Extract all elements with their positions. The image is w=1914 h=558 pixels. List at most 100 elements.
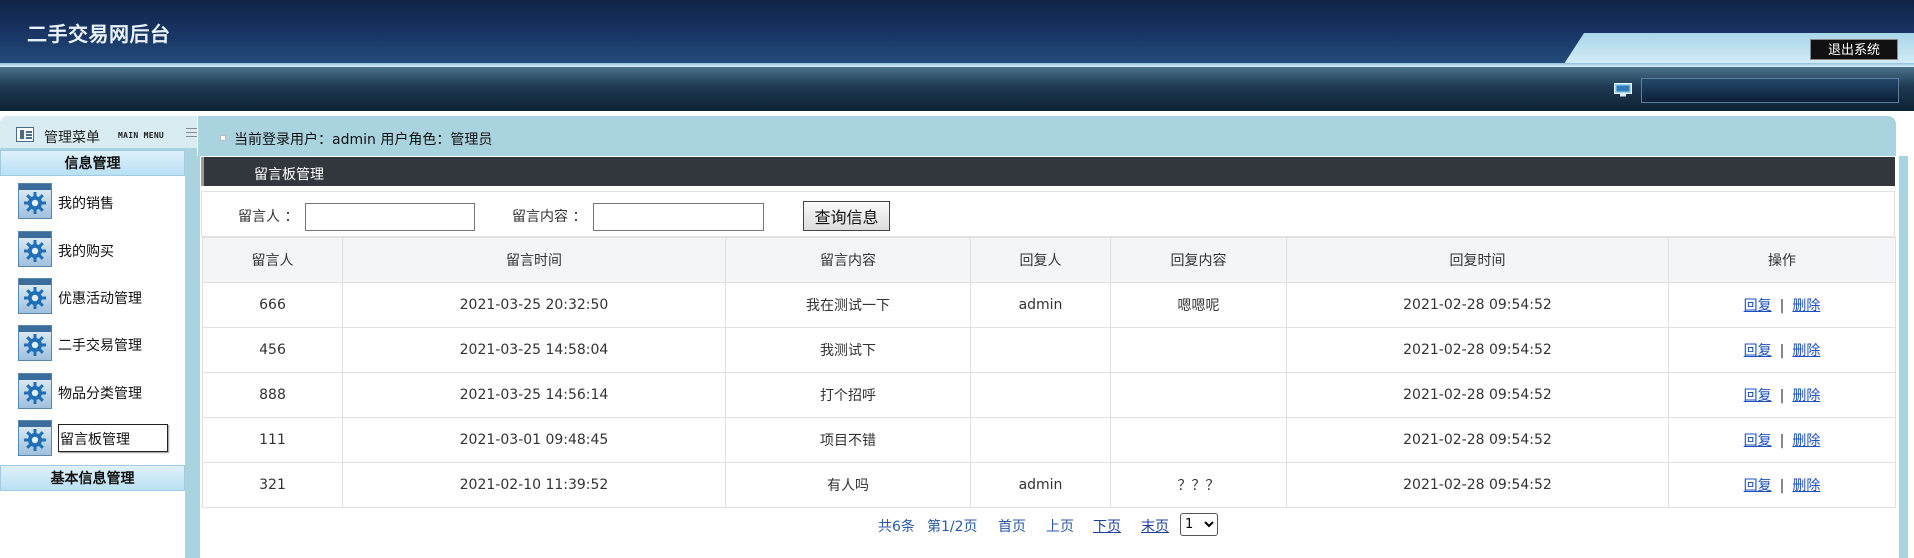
menu-header: 管理菜单 MAIN MENU [0,116,197,148]
monitor-icon [1614,83,1632,97]
current-user-info: 当前登录用户：admin 用户角色：管理员 [234,132,493,148]
cell-actions: 回复 | 删除 [1668,327,1896,373]
cell-author: 666 [202,282,343,328]
cell-reply-time: 2021-02-28 09:54:52 [1286,327,1669,373]
query-button[interactable]: 查询信息 [803,201,890,231]
nav-item-label: 优惠活动管理 [58,291,142,307]
cell-author: 888 [202,372,343,418]
table-header-row: 留言人 留言时间 留言内容 回复人 回复内容 回复时间 操作 [202,237,1896,283]
nav-item-my-sales[interactable]: 我的销售 [18,183,168,221]
first-page-link[interactable]: 首页 [998,516,1026,536]
prev-page-link[interactable]: 上页 [1046,516,1074,536]
delete-link[interactable]: 删除 [1792,433,1820,449]
action-separator: | [1779,433,1785,449]
author-input[interactable] [305,203,475,231]
last-page-link[interactable]: 末页 [1141,516,1169,536]
table-row: 666 2021-03-25 20:32:50 我在测试一下 admin 嗯嗯呢… [202,282,1896,328]
cell-reply: 嗯嗯呢 [1110,282,1287,328]
nav-item-message-board[interactable]: 留言板管理 [18,420,168,458]
sub-header-bar [0,67,1914,111]
menu-icon [16,127,34,142]
content-input[interactable] [593,203,764,231]
cell-actions: 回复 | 删除 [1668,282,1896,328]
cell-reply: ？？？ [1110,462,1287,508]
nav-item-label: 留言板管理 [58,424,168,452]
page-select[interactable]: 1 [1180,513,1218,536]
nav-item-label: 二手交易管理 [58,338,142,354]
cell-content: 项目不错 [725,417,971,463]
delete-link[interactable]: 删除 [1792,298,1820,314]
column-header: 留言内容 [725,237,971,283]
cell-reply-time: 2021-02-28 09:54:52 [1286,372,1669,418]
nav-item-second-hand-trade[interactable]: 二手交易管理 [18,325,168,363]
action-separator: | [1779,478,1785,494]
cell-replier [970,372,1111,418]
gear-icon [18,420,52,456]
cell-content: 有人吗 [725,462,971,508]
column-header: 回复内容 [1110,237,1287,283]
logout-button[interactable]: 退出系统 [1810,39,1898,60]
nav-item-label: 我的销售 [58,196,114,212]
reply-link[interactable]: 回复 [1744,388,1772,404]
menu-group-info[interactable]: 信息管理 [0,150,185,176]
reply-link[interactable]: 回复 [1744,298,1772,314]
cell-reply-time: 2021-02-28 09:54:52 [1286,282,1669,328]
cell-reply [1110,327,1287,373]
next-page-link[interactable]: 下页 [1093,516,1121,536]
bullet-icon [220,135,226,141]
table-row: 888 2021-03-25 14:56:14 打个招呼 2021-02-28 … [202,372,1896,418]
section-title-bar: 留言板管理 [201,157,1895,186]
cell-time: 2021-03-01 09:48:45 [342,417,726,463]
total-count: 共6条 [878,519,915,535]
delete-link[interactable]: 删除 [1792,343,1820,359]
reply-link[interactable]: 回复 [1744,478,1772,494]
page-info: 第1/2页 [927,519,978,535]
menu-body: 信息管理 我的销售 我的购买 优惠活动管理 二手交易管理 物品分类管理 留言板管… [0,150,185,558]
user-info-bar: 当前登录用户：admin 用户角色：管理员 [198,116,1896,156]
author-label: 留言人 ： [238,209,299,225]
status-display [1641,78,1899,103]
column-header: 留言人 [202,237,343,283]
action-separator: | [1779,298,1785,314]
table-row: 321 2021-02-10 11:39:52 有人吗 admin ？？？ 20… [202,462,1896,508]
nav-item-category[interactable]: 物品分类管理 [18,373,168,411]
cell-time: 2021-02-10 11:39:52 [342,462,726,508]
top-header: 二手交易网后台 退出系统 [0,0,1914,67]
cell-author: 111 [202,417,343,463]
collapse-grip-icon[interactable] [186,128,197,137]
reply-link[interactable]: 回复 [1744,433,1772,449]
nav-item-label: 物品分类管理 [58,386,142,402]
column-header: 回复时间 [1286,237,1669,283]
cell-reply [1110,372,1287,418]
gear-icon [18,373,52,409]
cell-author: 321 [202,462,343,508]
cell-content: 我在测试一下 [725,282,971,328]
cell-replier [970,417,1111,463]
cell-content: 打个招呼 [725,372,971,418]
nav-item-my-purchases[interactable]: 我的购买 [18,231,168,269]
cell-actions: 回复 | 删除 [1668,417,1896,463]
column-header: 操作 [1668,237,1896,283]
nav-item-promotions[interactable]: 优惠活动管理 [18,278,168,316]
delete-link[interactable]: 删除 [1792,478,1820,494]
column-header: 回复人 [970,237,1111,283]
cell-time: 2021-03-25 14:58:04 [342,327,726,373]
delete-link[interactable]: 删除 [1792,388,1820,404]
cell-time: 2021-03-25 14:56:14 [342,372,726,418]
left-menu-panel: 管理菜单 MAIN MENU 信息管理 我的销售 我的购买 优惠活动管理 二手交… [0,116,197,558]
action-separator: | [1779,343,1785,359]
message-table: 留言人 留言时间 留言内容 回复人 回复内容 回复时间 操作 666 2021-… [202,237,1896,508]
table-row: 456 2021-03-25 14:58:04 我测试下 2021-02-28 … [202,327,1896,373]
cell-actions: 回复 | 删除 [1668,372,1896,418]
gear-icon [18,325,52,361]
site-title: 二手交易网后台 [27,22,171,46]
nav-item-label: 我的购买 [58,244,114,260]
column-header: 留言时间 [342,237,726,283]
menu-group-basic-info[interactable]: 基本信息管理 [0,465,185,491]
cell-author: 456 [202,327,343,373]
section-title: 留言板管理 [254,167,324,183]
action-separator: | [1779,388,1785,404]
cell-time: 2021-03-25 20:32:50 [342,282,726,328]
reply-link[interactable]: 回复 [1744,343,1772,359]
cell-content: 我测试下 [725,327,971,373]
